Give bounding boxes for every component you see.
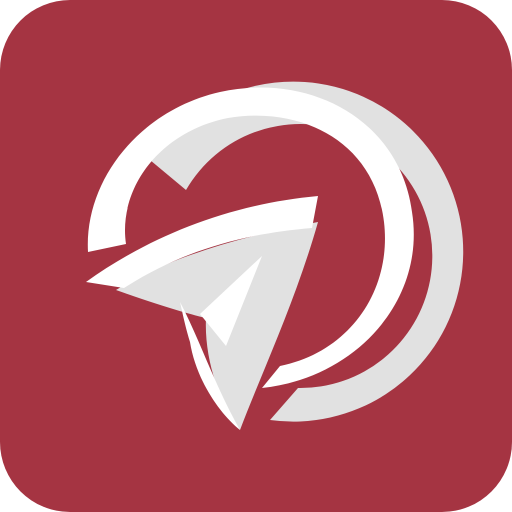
app-logo-icon [0, 0, 512, 512]
app-icon-tile[interactable] [0, 0, 512, 512]
